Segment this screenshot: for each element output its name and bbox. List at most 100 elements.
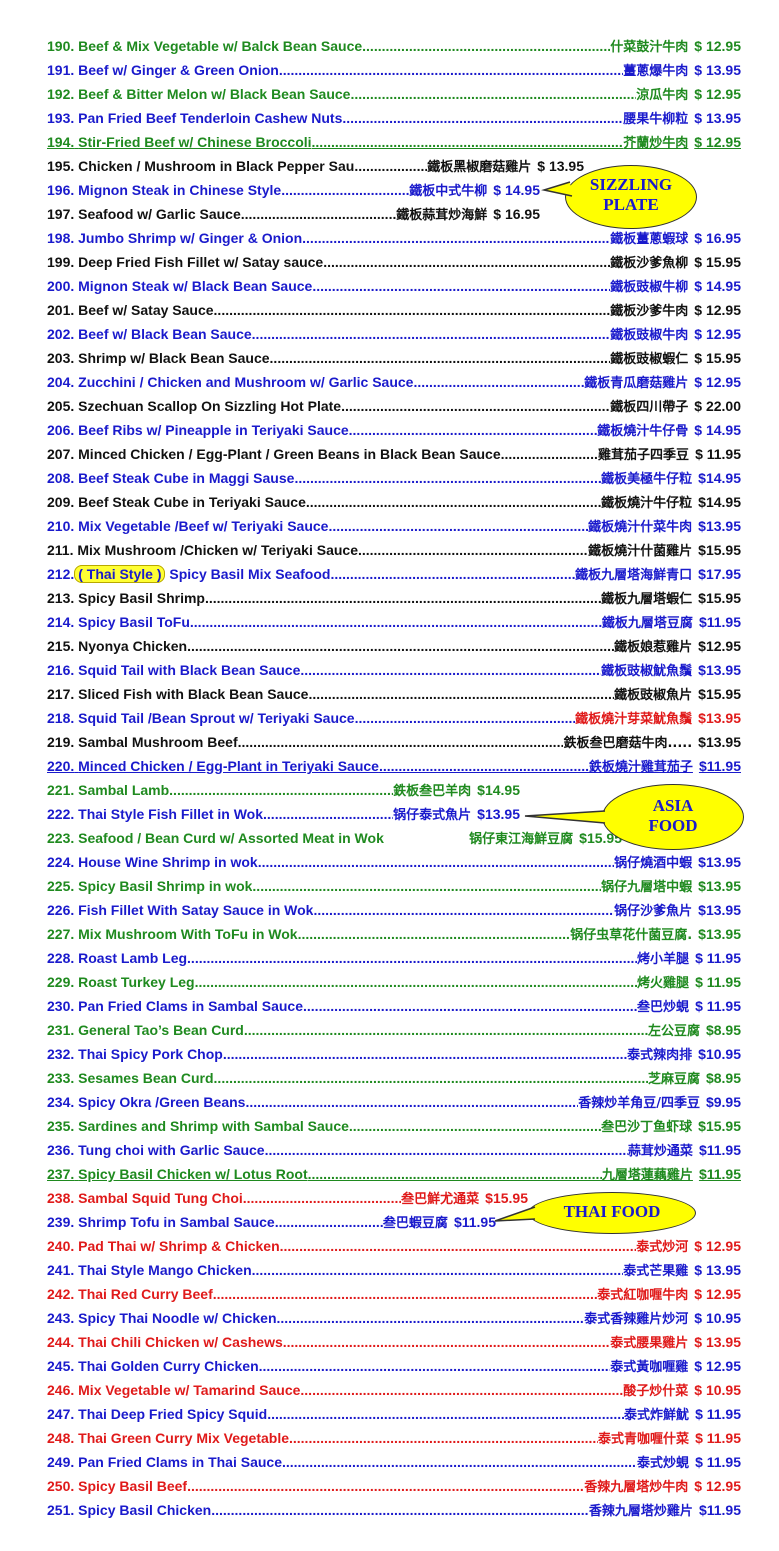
- item-name: 203. Shrimp w/ Black Bean Sauce: [47, 346, 270, 370]
- item-chinese-name: 锅仔虫草花什菌豆腐.: [570, 928, 693, 943]
- menu-item: 240. Pad Thai w/ Shrimp & Chicken 泰式炒河 $ 1…: [47, 1234, 741, 1258]
- dot-leader: [275, 1210, 383, 1234]
- item-name: 210. Mix Vegetable /Beef w/ Teriyaki Sau…: [47, 514, 328, 538]
- item-name-text: Mix Vegetable /Beef w/ Teriyaki Sauce: [78, 518, 329, 534]
- menu-item: 239. Shrimp Tofu in Sambal Sauce 叁巴蝦豆腐 $11…: [47, 1210, 496, 1234]
- dot-leader: [265, 1138, 628, 1162]
- item-chinese-name: 鉄板叁巴磨菇牛肉.....: [563, 736, 693, 751]
- item-name: 198. Jumbo Shrimp w/ Ginger & Onion: [47, 226, 302, 250]
- dot-leader: [243, 1186, 401, 1210]
- menu-item: 225. Spicy Basil Shrimp in wok 锅仔九層塔中蝦 $13…: [47, 874, 741, 898]
- dot-leader: [252, 874, 601, 898]
- item-number: 215.: [47, 638, 75, 654]
- item-name-text: Mignon Steak w/ Black Bean Sauce: [78, 278, 313, 294]
- item-name-text: Spicy Basil Beef: [78, 1478, 188, 1494]
- item-number: 225.: [47, 878, 75, 894]
- dot-leader: [313, 898, 614, 922]
- item-chinese-name: 泰式炒蜆: [637, 1456, 690, 1471]
- item-price: $ 12.95: [694, 374, 741, 390]
- item-chinese-name: 鐵板沙爹牛肉: [610, 304, 689, 319]
- item-price: $ 10.95: [694, 1382, 741, 1398]
- menu-item: 205. Szechuan Scallop On Sizzling Hot Pl…: [47, 394, 741, 418]
- item-chinese-name: 芝麻豆腐: [647, 1072, 700, 1087]
- item-name: 223. Seafood / Bean Curd w/ Assorted Mea…: [47, 826, 384, 850]
- item-name: 190. Beef & Mix Vegetable w/ Balck Bean …: [47, 34, 362, 58]
- item-name-text: Pad Thai w/ Shrimp & Chicken: [78, 1238, 280, 1254]
- item-number: 207.: [47, 446, 75, 462]
- item-name: 248. Thai Green Curry Mix Vegetable: [47, 1426, 289, 1450]
- item-name: 207. Minced Chicken / Egg-Plant / Green …: [47, 442, 501, 466]
- item-number: 238.: [47, 1190, 75, 1206]
- menu-item: 212.( Thai Style ) Spicy Basil Mix Seafo…: [47, 562, 741, 586]
- item-price: $13.95: [698, 926, 741, 942]
- dot-leader: [270, 346, 611, 370]
- item-number: 234.: [47, 1094, 75, 1110]
- dot-leader: [342, 106, 623, 130]
- dot-leader: [281, 178, 409, 202]
- item-name: 250. Spicy Basil Beef: [47, 1474, 187, 1498]
- dot-leader: [349, 418, 598, 442]
- dot-leader: [308, 1162, 602, 1186]
- menu-item: 247. Thai Deep Fried Spicy Squid 泰式炸鮮魷 $ 1…: [47, 1402, 741, 1426]
- item-name: 222. Thai Style Fish Fillet in Wok: [47, 802, 263, 826]
- item-price: $11.95: [453, 1214, 496, 1230]
- item-name-text: Thai Deep Fried Spicy Squid: [78, 1406, 268, 1422]
- item-price: $11.95: [698, 1502, 741, 1518]
- item-chinese-name: 蒜茸炒通菜: [627, 1144, 693, 1159]
- dot-leader: [283, 1330, 611, 1354]
- item-number: 233.: [47, 1070, 75, 1086]
- item-name: 219. Sambal Mushroom Beef: [47, 730, 238, 754]
- item-number: 199.: [47, 254, 75, 270]
- menu-item: 199. Deep Fried Fish Fillet w/ Satay sau…: [47, 250, 741, 274]
- item-price: $ 13.95: [694, 62, 741, 78]
- item-number: 248.: [47, 1430, 75, 1446]
- item-chinese-name: 鐵板中式牛柳: [409, 184, 488, 199]
- menu-item: 213. Spicy Basil Shrimp 鐵板九層塔蝦仁 $15.95: [47, 586, 741, 610]
- item-name-text: Spicy Basil ToFu: [78, 614, 190, 630]
- menu-item: 221. Sambal Lamb 鉄板叁巴羊肉 $14.95: [47, 778, 520, 802]
- dot-leader: [312, 130, 624, 154]
- item-price: $ 12.95: [694, 1478, 741, 1494]
- item-name: 241. Thai Style Mango Chicken: [47, 1258, 252, 1282]
- item-chinese-name: 鐵板燒汁什菌雞片: [588, 544, 693, 559]
- item-number: 209.: [47, 494, 75, 510]
- item-number: 245.: [47, 1358, 75, 1374]
- item-name-text: Spicy Basil Shrimp: [78, 590, 205, 606]
- menu-item: 216. Squid Tail with Black Bean Sauce 鐵板豉…: [47, 658, 741, 682]
- menu-item: 244. Thai Chili Chicken w/ Cashews 泰式腰果雞片…: [47, 1330, 741, 1354]
- dot-leader: [279, 58, 623, 82]
- item-name-text: Pan Fried Clams in Sambal Sauce: [78, 998, 304, 1014]
- item-chinese-name: 锅仔泰式魚片: [393, 808, 472, 823]
- item-chinese-name: 叁巴沙丁鱼虾球: [601, 1120, 693, 1135]
- menu-item: 211. Mix Mushroom /Chicken w/ Teriyaki S…: [47, 538, 741, 562]
- item-number: 222.: [47, 806, 75, 822]
- menu-item: 237. Spicy Basil Chicken w/ Lotus Root 九層…: [47, 1162, 741, 1186]
- item-name-text: Pan Fried Clams in Thai Sauce: [78, 1454, 282, 1470]
- item-price: $ 11.95: [695, 1406, 741, 1422]
- item-number: 251.: [47, 1502, 75, 1518]
- item-name: 194. Stir-Fried Beef w/ Chinese Broccoli: [47, 130, 312, 154]
- item-price: $ 13.95: [694, 1262, 741, 1278]
- item-chinese-name: 鐵板蒜茸炒海鮮: [396, 208, 488, 223]
- item-price: $13.95: [698, 662, 741, 678]
- callout-line: ASIA: [652, 796, 694, 815]
- item-number: 192.: [47, 86, 75, 102]
- item-number: 206.: [47, 422, 75, 438]
- item-name-text: Mix Mushroom /Chicken w/ Teriyaki Sauce: [77, 542, 358, 558]
- item-number: 240.: [47, 1238, 75, 1254]
- dot-leader: [358, 538, 588, 562]
- item-name-text: Mix Vegetable w/ Tamarind Sauce: [78, 1382, 301, 1398]
- item-number: 242.: [47, 1286, 75, 1302]
- item-number: 210.: [47, 518, 75, 534]
- menu-item: 236. Tung choi with Garlic Sauce 蒜茸炒通菜 $11…: [47, 1138, 741, 1162]
- menu-item: 246. Mix Vegetable w/ Tamarind Sauce 酸子炒什…: [47, 1378, 741, 1402]
- item-number: 196.: [47, 182, 75, 198]
- dot-leader: [187, 946, 637, 970]
- item-price: $13.95: [698, 878, 741, 894]
- item-price: $14.95: [698, 494, 741, 510]
- item-price: $15.95: [698, 1118, 741, 1134]
- item-number: 201.: [47, 302, 75, 318]
- item-name: 206. Beef Ribs w/ Pineapple in Teriyaki …: [47, 418, 349, 442]
- item-price: $ 16.95: [493, 206, 540, 222]
- item-name-text: Mix Mushroom With ToFu in Wok: [78, 926, 298, 942]
